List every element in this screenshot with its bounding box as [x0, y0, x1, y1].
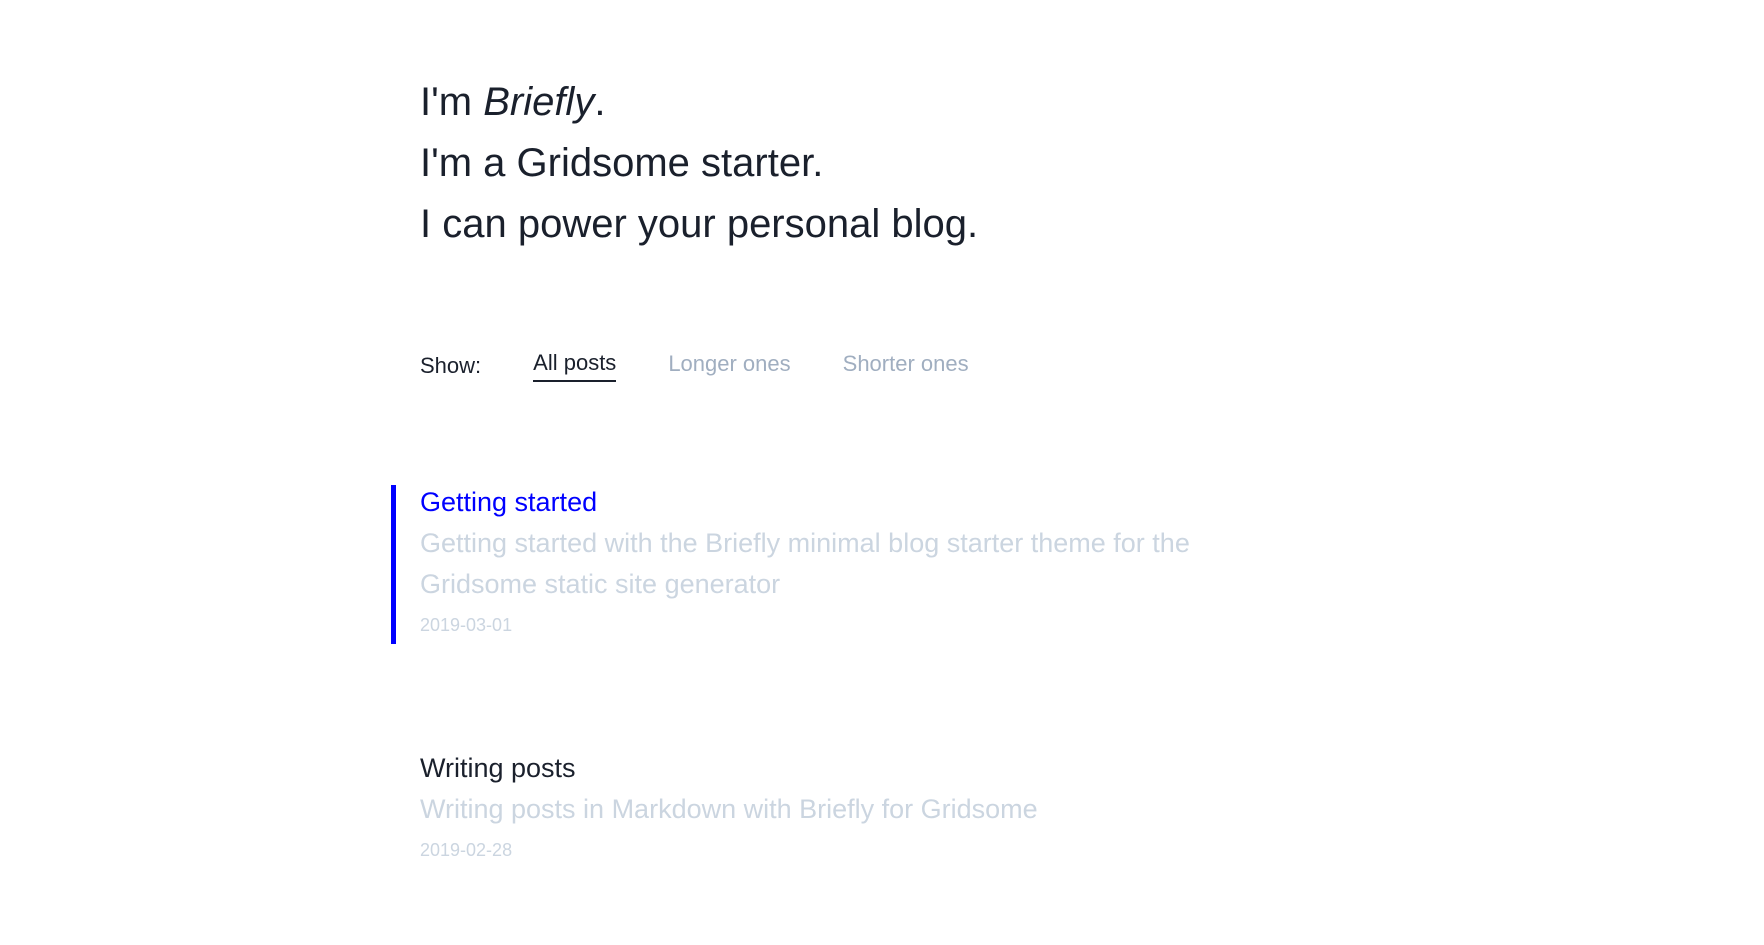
- post-item[interactable]: Writing posts Writing posts in Markdown …: [391, 751, 1320, 861]
- hero-line-2: I'm a Gridsome starter.: [420, 141, 824, 185]
- post-filter: Show: All posts Longer ones Shorter ones: [420, 350, 1021, 382]
- filter-shorter-ones[interactable]: Shorter ones: [843, 351, 969, 381]
- filter-label: Show:: [420, 353, 482, 378]
- post-date: 2019-03-01: [420, 615, 513, 635]
- post-title[interactable]: Writing posts: [420, 751, 1320, 785]
- post-item[interactable]: Getting started Getting started with the…: [391, 485, 1320, 644]
- hero-intro: I'm Briefly. I'm a Gridsome starter. I c…: [420, 72, 978, 255]
- post-title[interactable]: Getting started: [420, 485, 1320, 519]
- post-date: 2019-02-28: [420, 840, 513, 860]
- filter-longer-ones[interactable]: Longer ones: [668, 351, 790, 381]
- filter-all-posts[interactable]: All posts: [533, 350, 617, 382]
- hero-line-1: I'm Briefly.: [420, 80, 606, 124]
- hero-line-3: I can power your personal blog.: [420, 202, 979, 246]
- post-description: Getting started with the Briefly minimal…: [420, 528, 1190, 599]
- brand-name: Briefly: [483, 80, 595, 124]
- post-description: Writing posts in Markdown with Briefly f…: [420, 794, 1038, 824]
